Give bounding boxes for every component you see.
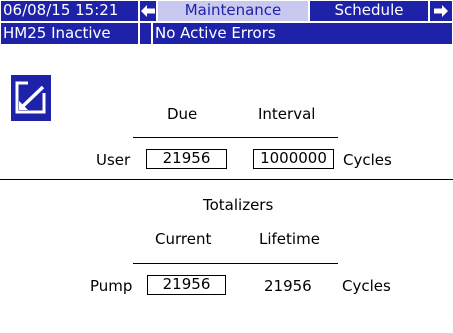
section-divider: [0, 179, 453, 180]
totalizers-header-divider: [133, 263, 338, 264]
status-bar: HM25 Inactive No Active Errors: [0, 22, 453, 45]
tab-schedule[interactable]: Schedule: [309, 0, 429, 22]
user-row-label: User: [96, 151, 131, 169]
next-screen-button[interactable]: [429, 0, 453, 22]
due-column-header: Due: [167, 105, 198, 123]
prev-screen-button[interactable]: [139, 0, 157, 22]
system-status: HM25 Inactive: [0, 22, 139, 45]
current-column-header: Current: [155, 230, 212, 248]
user-interval-field[interactable]: 1000000: [253, 149, 334, 169]
pump-current-field[interactable]: 21956: [147, 275, 226, 295]
status-indicator: [139, 22, 152, 45]
error-status: No Active Errors: [152, 22, 453, 45]
user-due-field[interactable]: 21956: [146, 149, 227, 169]
maintenance-screen: 06/08/15 15:21 Maintenance Schedule HM25…: [0, 0, 453, 333]
left-arrow-icon: [141, 5, 155, 17]
edit-button[interactable]: [11, 75, 51, 121]
right-arrow-icon: [434, 5, 448, 17]
pump-row-label: Pump: [90, 277, 133, 295]
user-unit-label: Cycles: [343, 151, 392, 169]
tab-maintenance[interactable]: Maintenance: [157, 0, 309, 22]
user-header-divider: [133, 137, 338, 138]
pump-unit-label: Cycles: [342, 277, 391, 295]
datetime-display: 06/08/15 15:21: [0, 0, 139, 22]
pump-lifetime-value: 21956: [264, 277, 312, 295]
edit-icon: [15, 79, 48, 114]
totalizers-title: Totalizers: [203, 196, 274, 214]
lifetime-column-header: Lifetime: [259, 230, 320, 248]
interval-column-header: Interval: [258, 105, 316, 123]
header-bar: 06/08/15 15:21 Maintenance Schedule: [0, 0, 453, 22]
